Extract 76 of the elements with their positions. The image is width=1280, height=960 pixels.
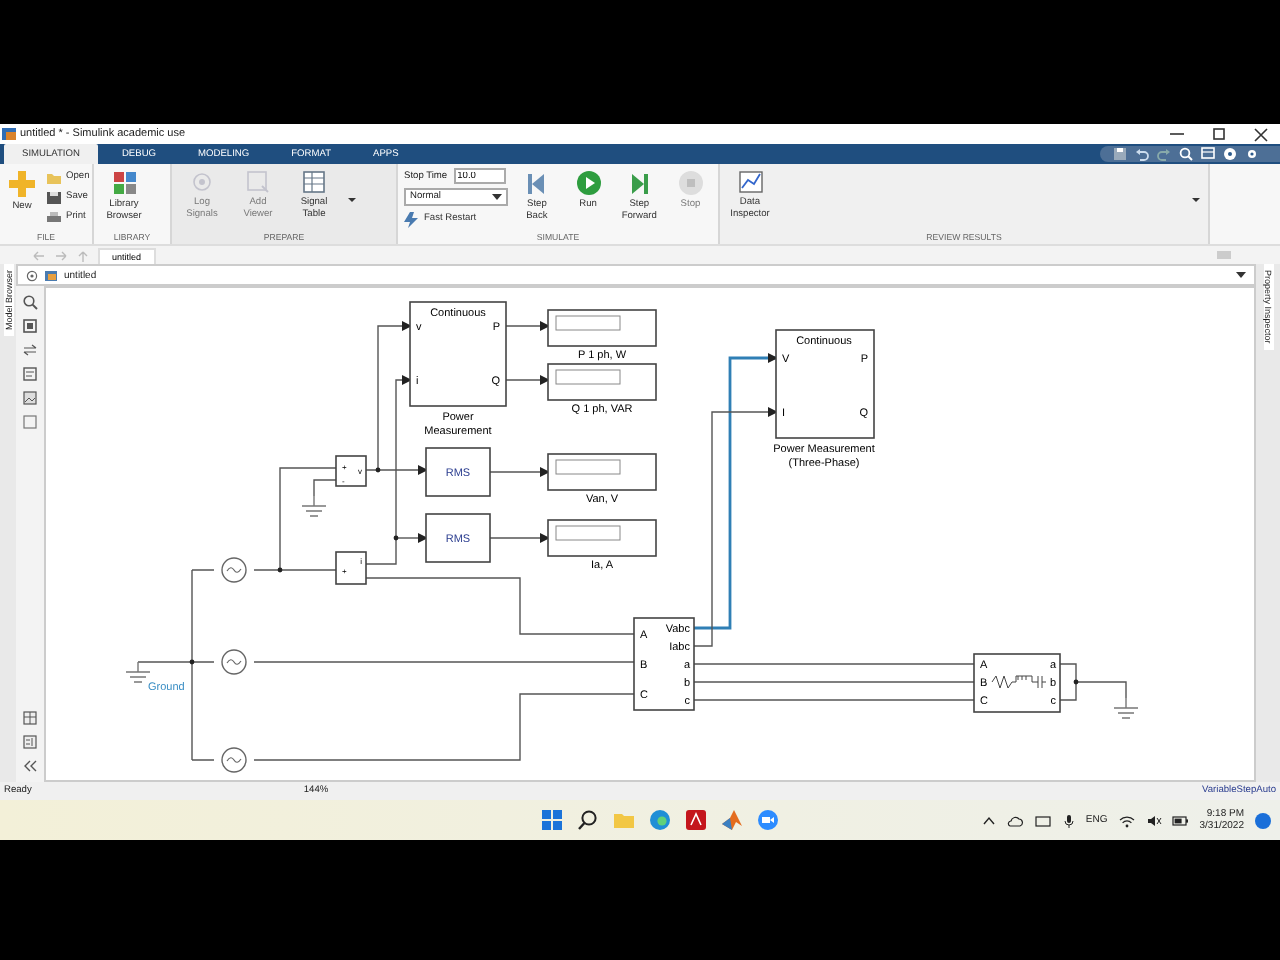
cloud-icon[interactable] <box>1005 813 1024 827</box>
collapse-icon[interactable] <box>22 758 38 774</box>
caret-icon[interactable] <box>1236 270 1246 280</box>
voltage-source-icon <box>221 649 247 675</box>
wire <box>1059 663 1127 701</box>
start-icon[interactable] <box>540 808 565 832</box>
close-icon[interactable] <box>1252 126 1270 142</box>
battery-icon[interactable] <box>1171 813 1190 827</box>
pdf-icon[interactable] <box>684 808 709 832</box>
app-icon <box>2 126 16 142</box>
ground-icon <box>1113 697 1139 719</box>
display-block <box>547 363 657 401</box>
junction-dot <box>375 467 381 473</box>
matlab-icon[interactable] <box>720 808 745 832</box>
fit-view-icon[interactable] <box>22 318 38 334</box>
display-block <box>547 453 657 491</box>
rms-block <box>425 513 491 563</box>
measurement-block <box>633 617 695 711</box>
signal-line <box>489 533 550 543</box>
ground-icon <box>301 495 327 517</box>
display-block <box>547 519 657 557</box>
junction-dot <box>393 535 399 541</box>
restore-icon[interactable] <box>1210 126 1228 142</box>
keyboard-icon[interactable] <box>1033 813 1052 827</box>
signal-line <box>489 467 550 477</box>
panel-icon <box>1216 250 1232 260</box>
model-icon <box>44 269 58 281</box>
rms-block <box>425 447 491 497</box>
signal-line <box>505 321 550 331</box>
voltage-measurement-block <box>335 455 367 487</box>
video-icon[interactable] <box>756 808 781 832</box>
annotation-icon[interactable] <box>22 366 38 382</box>
rlc-symbol-icon <box>991 675 1047 689</box>
junction-dot <box>189 659 195 665</box>
current-measurement-block <box>335 551 367 585</box>
display-block <box>547 309 657 347</box>
ground-icon <box>125 661 151 683</box>
expand-icon[interactable] <box>1190 194 1202 206</box>
zoom-icon[interactable] <box>22 294 38 310</box>
plus-icon <box>8 170 36 198</box>
caret-icon <box>491 192 502 202</box>
viewer-icon <box>246 170 270 194</box>
junction-dot <box>277 567 283 573</box>
layout-icon[interactable] <box>1200 146 1216 162</box>
printer-icon <box>46 209 62 225</box>
stop-icon <box>677 170 704 196</box>
power-measurement-block <box>775 329 875 439</box>
image-icon[interactable] <box>22 390 38 406</box>
table-icon[interactable] <box>22 710 38 726</box>
arrows-icon[interactable] <box>22 342 38 358</box>
microphone-icon[interactable] <box>1061 813 1076 827</box>
run-icon <box>575 170 602 196</box>
table-icon <box>302 170 326 194</box>
search-icon[interactable] <box>576 808 601 832</box>
chart-icon <box>737 170 763 194</box>
notification-icon[interactable] <box>1254 811 1272 829</box>
undo-icon[interactable] <box>1134 146 1150 162</box>
folder-icon <box>46 169 62 185</box>
library-icon <box>111 170 137 196</box>
save-icon[interactable] <box>1112 146 1128 162</box>
chevron-up-icon[interactable] <box>981 813 996 827</box>
signal-icon <box>190 170 214 194</box>
voltage-source-icon <box>221 557 247 583</box>
junction-dot <box>1073 679 1079 685</box>
lightning-icon <box>404 211 420 227</box>
expand-icon[interactable] <box>346 194 358 206</box>
power-measurement-block <box>409 301 507 407</box>
step-back-icon <box>523 170 550 196</box>
property-icon[interactable] <box>22 734 38 750</box>
load-block <box>973 653 1061 713</box>
speaker-icon[interactable] <box>1145 813 1162 827</box>
voltage-source-icon <box>221 747 247 773</box>
wifi-icon[interactable] <box>1117 813 1136 827</box>
signal-line <box>505 375 550 385</box>
step-forward-icon <box>626 170 653 196</box>
browser-icon[interactable] <box>648 808 673 832</box>
